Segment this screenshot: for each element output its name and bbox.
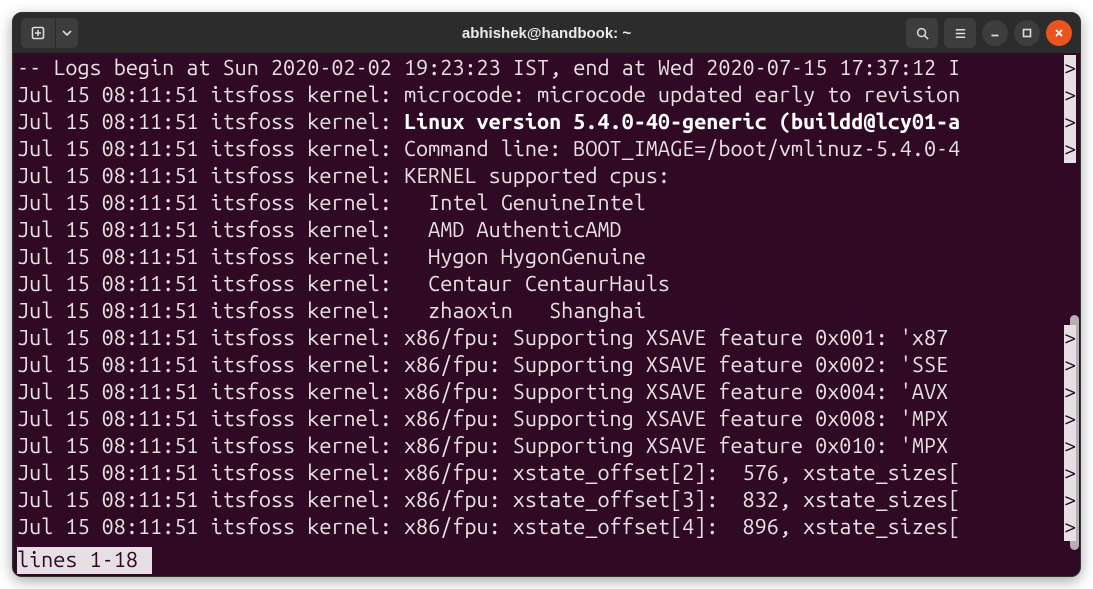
log-line-text: -- Logs begin at Sun 2020-02-02 19:23:23…	[17, 55, 960, 82]
line-wrap-indicator: >	[1064, 433, 1076, 460]
line-wrap-indicator: >	[1064, 82, 1076, 109]
log-line: Jul 15 08:11:51 itsfoss kernel: AMD Auth…	[17, 217, 1076, 244]
log-line: Jul 15 08:11:51 itsfoss kernel: Linux ve…	[17, 109, 1076, 136]
log-line-text: Jul 15 08:11:51 itsfoss kernel: x86/fpu:…	[17, 379, 960, 406]
log-line: Jul 15 08:11:51 itsfoss kernel: x86/fpu:…	[17, 379, 1076, 406]
line-wrap-indicator: >	[1064, 136, 1076, 163]
log-line: Jul 15 08:11:51 itsfoss kernel: Hygon Hy…	[17, 244, 1076, 271]
log-line-text: Jul 15 08:11:51 itsfoss kernel: microcod…	[17, 82, 960, 109]
close-button[interactable]	[1046, 20, 1072, 46]
log-line-text: Jul 15 08:11:51 itsfoss kernel: x86/fpu:…	[17, 487, 960, 514]
log-line: Jul 15 08:11:51 itsfoss kernel: x86/fpu:…	[17, 514, 1076, 541]
line-wrap-indicator: >	[1064, 379, 1076, 406]
log-line: Jul 15 08:11:51 itsfoss kernel: KERNEL s…	[17, 163, 1076, 190]
hamburger-menu-button[interactable]	[944, 18, 976, 48]
line-wrap-indicator: >	[1064, 55, 1076, 82]
minimize-button[interactable]	[982, 20, 1008, 46]
log-line: Jul 15 08:11:51 itsfoss kernel: Intel Ge…	[17, 190, 1076, 217]
log-line-text: Jul 15 08:11:51 itsfoss kernel: x86/fpu:…	[17, 352, 960, 379]
close-icon	[1053, 27, 1065, 39]
log-line: Jul 15 08:11:51 itsfoss kernel: x86/fpu:…	[17, 487, 1076, 514]
log-line-text: Jul 15 08:11:51 itsfoss kernel: AMD Auth…	[17, 217, 622, 244]
log-line: Jul 15 08:11:51 itsfoss kernel: zhaoxin …	[17, 298, 1076, 325]
line-wrap-indicator: >	[1064, 352, 1076, 379]
log-line: Jul 15 08:11:51 itsfoss kernel: x86/fpu:…	[17, 352, 1076, 379]
log-line-text: Jul 15 08:11:51 itsfoss kernel: x86/fpu:…	[17, 325, 960, 352]
log-line: Jul 15 08:11:51 itsfoss kernel: x86/fpu:…	[17, 460, 1076, 487]
log-line-text: Jul 15 08:11:51 itsfoss kernel: x86/fpu:…	[17, 514, 960, 541]
minimize-icon	[989, 27, 1001, 39]
log-line-text: Jul 15 08:11:51 itsfoss kernel: Centaur …	[17, 271, 670, 298]
line-wrap-indicator: >	[1064, 406, 1076, 433]
hamburger-icon	[953, 26, 968, 41]
cursor	[139, 548, 150, 572]
maximize-button[interactable]	[1014, 20, 1040, 46]
line-wrap-indicator: >	[1064, 325, 1076, 352]
search-button[interactable]	[906, 18, 938, 48]
titlebar-left	[21, 18, 78, 48]
new-tab-icon	[30, 25, 46, 41]
log-line: Jul 15 08:11:51 itsfoss kernel: Command …	[17, 136, 1076, 163]
log-line-text: Jul 15 08:11:51 itsfoss kernel: Linux ve…	[17, 109, 960, 136]
new-tab-button[interactable]	[21, 18, 55, 48]
line-wrap-indicator: >	[1064, 109, 1076, 136]
terminal-output: -- Logs begin at Sun 2020-02-02 19:23:23…	[13, 53, 1080, 541]
log-line-text: Jul 15 08:11:51 itsfoss kernel: Intel Ge…	[17, 190, 646, 217]
log-line-text: Jul 15 08:11:51 itsfoss kernel: x86/fpu:…	[17, 433, 960, 460]
log-line: Jul 15 08:11:51 itsfoss kernel: x86/fpu:…	[17, 406, 1076, 433]
pager-status-text: lines 1-18	[17, 548, 138, 572]
log-line: Jul 15 08:11:51 itsfoss kernel: x86/fpu:…	[17, 325, 1076, 352]
log-line: -- Logs begin at Sun 2020-02-02 19:23:23…	[17, 55, 1076, 82]
log-line: Jul 15 08:11:51 itsfoss kernel: microcod…	[17, 82, 1076, 109]
log-line-text: Jul 15 08:11:51 itsfoss kernel: Hygon Hy…	[17, 244, 646, 271]
terminal-viewport[interactable]: -- Logs begin at Sun 2020-02-02 19:23:23…	[13, 53, 1080, 576]
chevron-down-icon	[62, 28, 72, 38]
titlebar: abhishek@handbook: ~	[13, 13, 1080, 53]
line-wrap-indicator: >	[1064, 487, 1076, 514]
log-line-text: Jul 15 08:11:51 itsfoss kernel: zhaoxin …	[17, 298, 646, 325]
log-line-text: Jul 15 08:11:51 itsfoss kernel: x86/fpu:…	[17, 406, 960, 433]
search-icon	[915, 26, 930, 41]
log-line-text: Jul 15 08:11:51 itsfoss kernel: Command …	[17, 136, 960, 163]
line-wrap-indicator: >	[1064, 514, 1076, 541]
pager-status: lines 1-18	[17, 547, 152, 574]
log-line: Jul 15 08:11:51 itsfoss kernel: Centaur …	[17, 271, 1076, 298]
log-line: Jul 15 08:11:51 itsfoss kernel: x86/fpu:…	[17, 433, 1076, 460]
log-line-text: Jul 15 08:11:51 itsfoss kernel: x86/fpu:…	[17, 460, 960, 487]
maximize-icon	[1021, 27, 1033, 39]
new-tab-menu-button[interactable]	[56, 18, 78, 48]
terminal-window: abhishek@handbook: ~ -- Logs begin at Su…	[12, 12, 1081, 577]
titlebar-right	[906, 18, 1072, 48]
line-wrap-indicator: >	[1064, 460, 1076, 487]
log-line-text: Jul 15 08:11:51 itsfoss kernel: KERNEL s…	[17, 163, 670, 190]
